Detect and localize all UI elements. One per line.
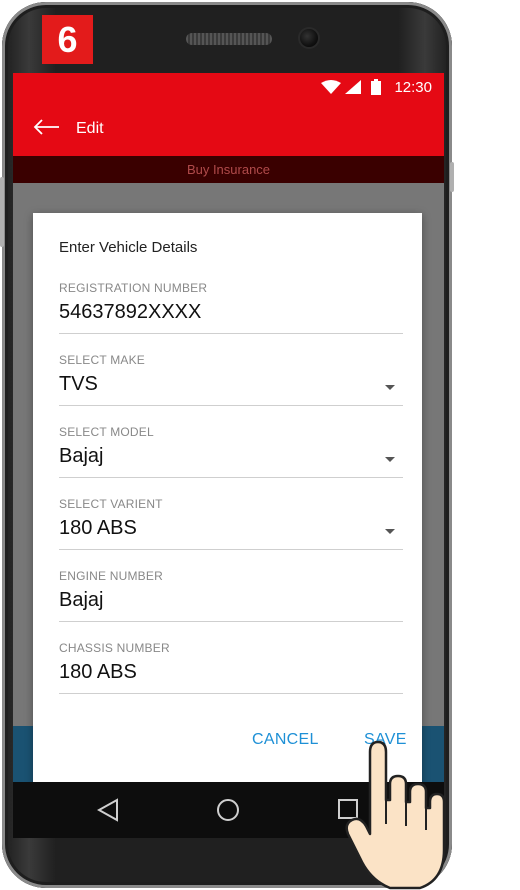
signal-icon [345,80,361,94]
front-camera [300,29,318,47]
chassis-number-field[interactable]: CHASSIS NUMBER 180 ABS [59,641,403,711]
dropdown-caret-icon[interactable] [385,529,395,534]
status-bar: 12:30 [13,73,444,101]
field-value: 54637892XXXX [59,301,202,323]
earpiece-speaker [186,33,272,45]
field-label: SELECT MODEL [59,425,154,439]
field-underline [59,621,403,622]
field-value: TVS [59,373,98,395]
dropdown-caret-icon[interactable] [385,457,395,462]
page-title: Edit [76,120,104,137]
field-underline [59,549,403,550]
power-button [450,162,454,192]
select-variant-dropdown[interactable]: SELECT VARIENT 180 ABS [59,497,403,567]
field-value: Bajaj [59,445,104,467]
field-value: 180 ABS [59,517,137,539]
arrow-left-icon[interactable] [33,117,61,137]
field-label: SELECT VARIENT [59,497,163,511]
battery-icon [371,79,381,95]
field-value: 180 ABS [59,661,137,683]
dropdown-caret-icon[interactable] [385,385,395,390]
field-label: REGISTRATION NUMBER [59,281,208,295]
field-underline [59,333,403,334]
field-underline [59,693,403,694]
status-time: 12:30 [394,79,432,96]
field-label: CHASSIS NUMBER [59,641,170,655]
buy-insurance-bar[interactable]: Buy Insurance [13,156,444,183]
cancel-button[interactable]: CANCEL [252,731,319,749]
engine-number-field[interactable]: ENGINE NUMBER Bajaj [59,569,403,639]
app-bar: Edit [13,101,444,156]
select-make-dropdown[interactable]: SELECT MAKE TVS [59,353,403,423]
field-underline [59,405,403,406]
screen: 12:30 Edit Buy Insurance Enter Vehicle D… [13,73,444,782]
volume-button [0,177,4,247]
step-badge: 6 [42,15,93,64]
registration-number-field[interactable]: REGISTRATION NUMBER 54637892XXXX [59,281,403,351]
vehicle-details-dialog: Enter Vehicle Details REGISTRATION NUMBE… [33,213,422,782]
field-underline [59,477,403,478]
select-model-dropdown[interactable]: SELECT MODEL Bajaj [59,425,403,495]
wifi-icon [321,80,341,94]
field-value: Bajaj [59,589,104,611]
tap-hand-pointer-icon [345,740,446,890]
home-circle-icon[interactable] [216,798,240,822]
field-label: SELECT MAKE [59,353,146,367]
field-label: ENGINE NUMBER [59,569,163,583]
dialog-title: Enter Vehicle Details [59,239,198,256]
back-triangle-icon[interactable] [97,798,119,822]
